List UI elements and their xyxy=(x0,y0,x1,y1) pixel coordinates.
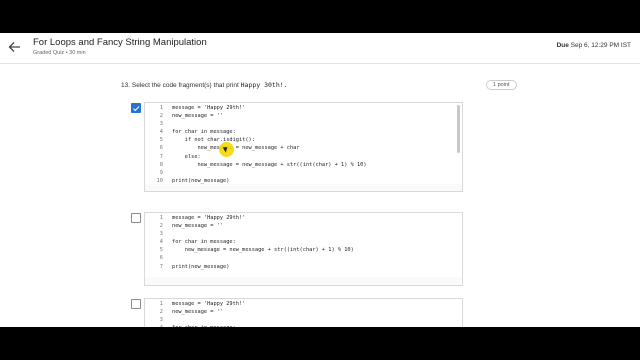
code-text: for char in message: xyxy=(172,324,236,327)
quiz-title: For Loops and Fancy String Manipulation xyxy=(33,37,207,48)
code-line: 8 new_message = new_message + str((int(c… xyxy=(145,161,462,169)
code-text: new_message = new_message + str((int(cha… xyxy=(172,247,354,254)
line-number: 3 xyxy=(159,231,163,238)
question-prompt: 13. Select the code fragment(s) that pri… xyxy=(121,81,288,89)
line-number: 7 xyxy=(159,263,163,270)
option-checkbox[interactable] xyxy=(131,213,141,223)
line-number: 4 xyxy=(159,129,163,136)
question-text: Select the code fragment(s) that print xyxy=(131,82,239,89)
code-line: 5 new_message = new_message + str((int(c… xyxy=(145,246,462,254)
line-number: 1 xyxy=(159,215,163,221)
code-text: new_message = new_message + char xyxy=(172,145,300,152)
code-text: for char in message: xyxy=(172,239,236,246)
code-line: 1 message = 'Happy 29th!' xyxy=(145,214,462,222)
question-target-output: Happy 30th!. xyxy=(240,81,288,89)
code-text: print(new_message) xyxy=(172,263,230,270)
code-text: new_message = '' xyxy=(172,223,224,230)
code-fragment: 1 message = 'Happy 29th!' 2 new_message = '… xyxy=(144,298,463,327)
code-line: 10 print(new_message) xyxy=(145,177,462,185)
due-date-value: Sep 6, 12:29 PM IST xyxy=(570,42,631,49)
code-text: if not char.isdigit(): xyxy=(172,137,255,144)
code-line: 3 xyxy=(145,230,462,238)
line-number: 1 xyxy=(159,105,163,111)
code-text: else: xyxy=(172,153,201,160)
option-checkbox[interactable] xyxy=(131,103,141,113)
code-line: 6 new_message = new_message + char xyxy=(145,144,462,152)
code-line: 2 new_message = '' xyxy=(145,308,462,316)
line-number: 3 xyxy=(159,121,163,128)
code-fragment: 1 message = 'Happy 29th!' 2 new_message = '… xyxy=(144,212,463,286)
back-arrow-icon[interactable] xyxy=(8,40,22,54)
code-line: 3 xyxy=(145,120,462,128)
code-line: 9 xyxy=(145,169,462,177)
line-number: 3 xyxy=(159,317,163,324)
question-number: 13. xyxy=(121,82,131,89)
code-text: message = 'Happy 29th!' xyxy=(172,301,246,307)
code-text: new_message = '' xyxy=(172,113,224,120)
code-text: message = 'Happy 29th!' xyxy=(172,105,246,111)
code-line: 7 else: xyxy=(145,153,462,161)
line-number: 9 xyxy=(159,169,163,176)
code-line: 5 if not char.isdigit(): xyxy=(145,136,462,144)
line-number: 4 xyxy=(145,324,163,327)
due-label: Due xyxy=(556,42,569,49)
code-line: 3 xyxy=(145,316,462,324)
line-number: 6 xyxy=(159,145,163,152)
quiz-page: For Loops and Fancy String Manipulation … xyxy=(0,33,640,327)
line-number: 8 xyxy=(159,161,163,168)
code-line: 7 print(new_message) xyxy=(145,263,462,271)
code-text: new_message = '' xyxy=(172,309,224,316)
code-line: 4 for char in message: xyxy=(145,238,462,246)
code-text: new_message = new_message + str((int(cha… xyxy=(172,161,367,168)
code-text: for char in message: xyxy=(172,129,236,136)
quiz-subtitle: Graded Quiz • 30 min xyxy=(33,50,86,56)
code-line: 4 for char in message: xyxy=(145,128,462,136)
line-number: 1 xyxy=(159,301,163,307)
code-text: print(new_message) xyxy=(172,177,230,184)
option-checkbox[interactable] xyxy=(131,299,141,309)
line-number: 2 xyxy=(159,223,163,230)
line-number: 4 xyxy=(159,239,163,246)
code-line: 4 for char in message: xyxy=(145,324,462,327)
line-number: 2 xyxy=(159,113,163,120)
line-number: 7 xyxy=(159,153,163,160)
line-number: 5 xyxy=(159,137,163,144)
top-bar: For Loops and Fancy String Manipulation … xyxy=(0,33,640,64)
code-line: 6 xyxy=(145,254,462,262)
line-number: 6 xyxy=(159,255,163,262)
points-badge: 1 point xyxy=(486,80,517,90)
line-number: 5 xyxy=(159,247,163,254)
line-number: 2 xyxy=(159,309,163,316)
code-line: 1 message = 'Happy 29th!' xyxy=(145,104,462,112)
line-number: 10 xyxy=(156,177,163,184)
code-line: 2 new_message = '' xyxy=(145,112,462,120)
code-fragment: 1 message = 'Happy 29th!' 2 new_message = '… xyxy=(144,102,463,192)
due-date: Due Sep 6, 12:29 PM IST xyxy=(557,42,631,49)
code-text: message = 'Happy 29th!' xyxy=(172,215,246,221)
code-scrollbar[interactable] xyxy=(457,105,460,153)
code-line: 1 message = 'Happy 29th!' xyxy=(145,300,462,308)
code-line: 2 new_message = '' xyxy=(145,222,462,230)
